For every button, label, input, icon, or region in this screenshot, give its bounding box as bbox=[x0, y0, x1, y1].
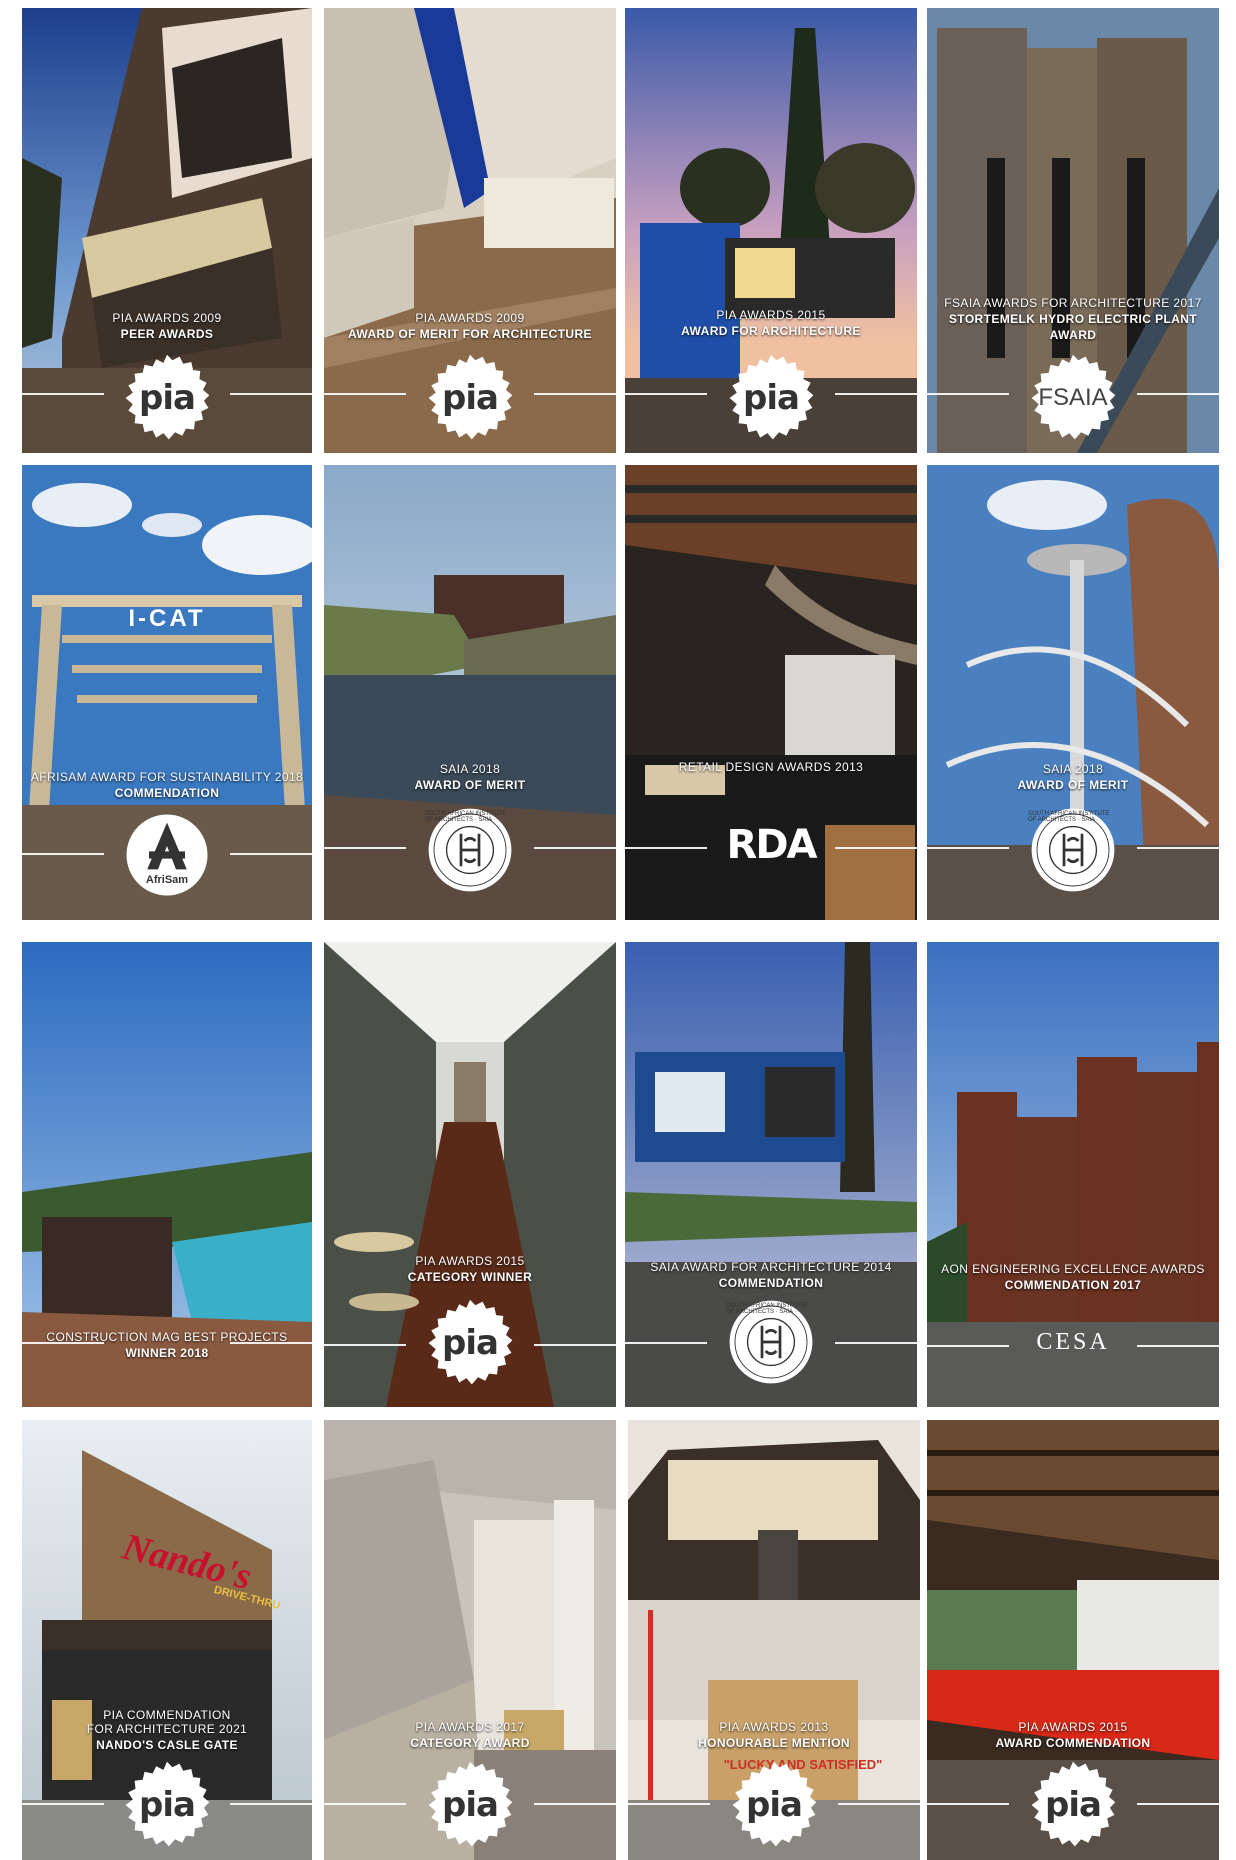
saia-ring-text: SOUTH AFRICAN INSTITUTE OF ARCHITECTS · … bbox=[1028, 811, 1110, 823]
divider-line bbox=[534, 847, 616, 849]
divider-line bbox=[230, 1342, 312, 1344]
divider-line bbox=[927, 393, 1009, 395]
award-caption: PIA AWARDS 2013 HONOURABLE MENTION bbox=[698, 1720, 850, 1750]
award-tile-3[interactable]: PIA AWARDS 2015 AWARD FOR ARCHITECTURE p… bbox=[625, 8, 917, 453]
divider-line bbox=[22, 1803, 104, 1805]
pia-badge: pia bbox=[425, 1298, 515, 1388]
pia-logo-text: pia bbox=[1045, 1785, 1102, 1825]
divider-line bbox=[230, 393, 312, 395]
award-caption: CONSTRUCTION MAG BEST PROJECTS WINNER 20… bbox=[46, 1330, 288, 1360]
saia-badge: SOUTH AFRICAN INSTITUTE OF ARCHITECTS · … bbox=[1028, 805, 1118, 895]
divider-line bbox=[22, 853, 104, 855]
divider-line bbox=[927, 1803, 1009, 1805]
pia-logo-text: pia bbox=[139, 1785, 196, 1825]
pia-badge: pia bbox=[729, 1760, 819, 1850]
pia-logo-text: pia bbox=[442, 1785, 499, 1825]
pia-badge: pia bbox=[122, 1760, 212, 1850]
award-tile-4[interactable]: FSAIA AWARDS FOR ARCHITECTURE 2017 STORT… bbox=[927, 8, 1219, 453]
cesa-logo: CESA bbox=[1036, 1329, 1110, 1355]
divider-line bbox=[230, 1803, 312, 1805]
award-caption: PIA AWARDS 2015 CATEGORY WINNER bbox=[407, 1254, 533, 1284]
divider-line bbox=[534, 1803, 616, 1805]
divider-line bbox=[22, 393, 104, 395]
award-tile-8[interactable]: SAIA 2018 AWARD OF MERIT SOUTH AFRICAN I… bbox=[927, 465, 1219, 920]
divider-line bbox=[230, 853, 312, 855]
award-caption: AON ENGINEERING EXCELLENCE AWARDS COMMEN… bbox=[941, 1262, 1205, 1292]
award-tile-15[interactable]: "LUCKY AND SATISFIED" PIA AWARDS 2013 HO… bbox=[628, 1420, 920, 1860]
saia-ring-text: SOUTH AFRICAN INSTITUTE OF ARCHITECTS · … bbox=[425, 811, 507, 823]
award-tile-14[interactable]: PIA AWARDS 2017 CATEGORY AWARD pia bbox=[324, 1420, 616, 1860]
divider-line bbox=[628, 1803, 710, 1805]
rda-logo: RDA bbox=[726, 822, 818, 868]
divider-line bbox=[927, 847, 1009, 849]
divider-line bbox=[1137, 1803, 1219, 1805]
fsaia-logo-text: FSAIA bbox=[1038, 384, 1108, 411]
saia-badge: SOUTH AFRICAN INSTITUTE OF ARCHITECTS · … bbox=[425, 805, 515, 895]
award-caption: AFRISAM AWARD FOR SUSTAINABILITY 2018 CO… bbox=[30, 770, 304, 800]
award-tile-12[interactable]: AON ENGINEERING EXCELLENCE AWARDS COMMEN… bbox=[927, 942, 1219, 1407]
award-caption: PIA AWARDS 2009 PEER AWARDS bbox=[112, 311, 222, 341]
award-tile-2[interactable]: PIA AWARDS 2009 AWARD OF MERIT FOR ARCHI… bbox=[324, 8, 616, 453]
divider-line bbox=[324, 393, 406, 395]
award-tile-10[interactable]: PIA AWARDS 2015 CATEGORY WINNER pia bbox=[324, 942, 616, 1407]
divider-line bbox=[625, 1342, 707, 1344]
divider-line bbox=[534, 1344, 616, 1346]
pia-logo-text: pia bbox=[139, 378, 196, 418]
pia-logo-text: pia bbox=[746, 1785, 803, 1825]
award-tile-13[interactable]: Nando's DRIVE-THRU PIA COMMENDATION FOR … bbox=[22, 1420, 312, 1860]
award-tile-5[interactable]: I-CAT AFRISAM AWARD FOR SUSTAINABILITY 2… bbox=[22, 465, 312, 920]
pia-logo-text: pia bbox=[442, 1323, 499, 1363]
pia-logo-text: pia bbox=[743, 378, 800, 418]
divider-line bbox=[625, 393, 707, 395]
pia-badge: pia bbox=[1028, 1760, 1118, 1850]
divider-line bbox=[1137, 847, 1219, 849]
award-caption: PIA AWARDS 2017 CATEGORY AWARD bbox=[410, 1720, 530, 1750]
divider-line bbox=[324, 1803, 406, 1805]
pia-badge: pia bbox=[726, 353, 816, 443]
saia-ring-text: SOUTH AFRICAN INSTITUTE OF ARCHITECTS · … bbox=[726, 1303, 808, 1315]
award-caption: PIA AWARDS 2009 AWARD OF MERIT FOR ARCHI… bbox=[348, 311, 592, 341]
divider-line bbox=[534, 393, 616, 395]
divider-line bbox=[324, 1344, 406, 1346]
award-caption: SAIA 2018 AWARD OF MERIT bbox=[1017, 762, 1129, 792]
pia-badge: pia bbox=[425, 353, 515, 443]
award-tile-11[interactable]: SAIA AWARD FOR ARCHITECTURE 2014 COMMEND… bbox=[625, 942, 917, 1407]
divider-line bbox=[835, 393, 917, 395]
divider-line bbox=[324, 847, 406, 849]
afrisam-logo-text: AfriSam bbox=[145, 874, 189, 886]
award-caption: PIA COMMENDATION FOR ARCHITECTURE 2021 N… bbox=[86, 1708, 248, 1752]
divider-line bbox=[1137, 393, 1219, 395]
pia-logo-text: pia bbox=[442, 378, 499, 418]
award-caption: SAIA AWARD FOR ARCHITECTURE 2014 COMMEND… bbox=[650, 1260, 892, 1290]
icat-sign: I-CAT bbox=[128, 605, 206, 632]
award-tile-9[interactable]: CONSTRUCTION MAG BEST PROJECTS WINNER 20… bbox=[22, 942, 312, 1407]
saia-badge: SOUTH AFRICAN INSTITUTE OF ARCHITECTS · … bbox=[726, 1297, 816, 1387]
award-caption: SAIA 2018 AWARD OF MERIT bbox=[414, 762, 526, 792]
award-tile-6[interactable]: SAIA 2018 AWARD OF MERIT SOUTH AFRICAN I… bbox=[324, 465, 616, 920]
divider-line bbox=[838, 1803, 920, 1805]
afrisam-badge: AfriSam bbox=[122, 810, 212, 900]
award-caption: PIA AWARDS 2015 AWARD COMMENDATION bbox=[995, 1720, 1151, 1750]
pia-badge: pia bbox=[122, 353, 212, 443]
award-tile-7[interactable]: RETAIL DESIGN AWARDS 2013 RDA bbox=[625, 465, 917, 920]
pia-badge: pia bbox=[425, 1760, 515, 1850]
fsaia-badge: FSAIA bbox=[1028, 353, 1118, 443]
award-caption: FSAIA AWARDS FOR ARCHITECTURE 2017 STORT… bbox=[944, 296, 1202, 342]
award-caption: PIA AWARDS 2015 AWARD FOR ARCHITECTURE bbox=[681, 308, 861, 338]
divider-line bbox=[22, 1342, 104, 1344]
award-caption: RETAIL DESIGN AWARDS 2013 bbox=[678, 760, 864, 774]
award-tile-16[interactable]: PIA AWARDS 2015 AWARD COMMENDATION pia bbox=[927, 1420, 1219, 1860]
divider-line bbox=[835, 1342, 917, 1344]
award-tile-1[interactable]: PIA AWARDS 2009 PEER AWARDS pia bbox=[22, 8, 312, 453]
